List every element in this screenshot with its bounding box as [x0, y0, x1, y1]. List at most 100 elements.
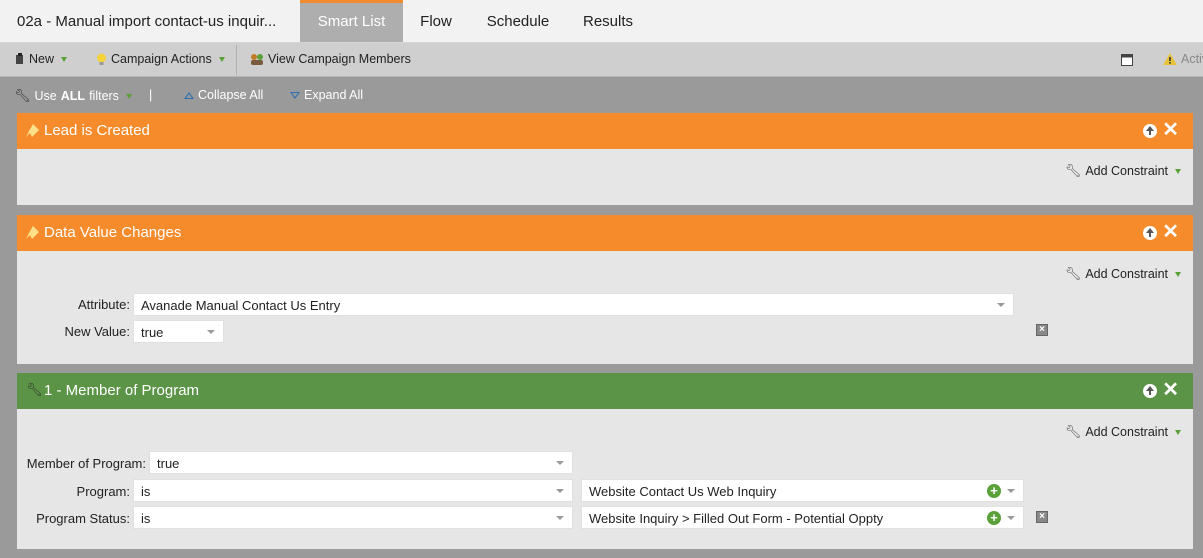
filter-title: Lead is Created	[44, 122, 150, 139]
window-icon[interactable]	[1121, 54, 1133, 66]
filterbar-divider: |	[149, 88, 153, 102]
chevron-down-icon	[997, 303, 1005, 307]
chevron-down-icon	[556, 461, 564, 465]
new-value-value: true	[141, 325, 164, 340]
filter-title: Data Value Changes	[44, 224, 182, 241]
chevron-down-icon	[1007, 489, 1015, 493]
filter-header: Lead is Created ✕	[17, 113, 1193, 149]
new-value-select[interactable]: true	[133, 320, 224, 343]
new-label: New	[29, 52, 55, 66]
use-label-prefix: Use	[34, 89, 57, 103]
program-status-label: Program Status:	[36, 511, 130, 526]
new-menu[interactable]: New	[15, 52, 68, 66]
filter-header: Data Value Changes ✕	[17, 215, 1193, 251]
tab-bar: 02a - Manual import contact-us inquir...…	[0, 0, 1203, 43]
close-icon[interactable]: ✕	[1162, 379, 1179, 401]
warning-icon	[1163, 53, 1177, 65]
expand-all-button[interactable]: Expand All	[290, 88, 363, 102]
chevron-down-icon	[1175, 168, 1181, 174]
tab-results[interactable]: Results	[572, 0, 644, 42]
add-constraint-button[interactable]: 🔧︎ Add Constraint	[1065, 424, 1181, 440]
filter-header: 🔧︎ 1 - Member of Program ✕	[17, 373, 1193, 409]
chevron-down-icon	[207, 330, 215, 334]
wrench-icon: 🔧︎	[1064, 163, 1082, 178]
delete-constraint-icon[interactable]: ×	[1036, 324, 1048, 336]
add-constraint-label: Add Constraint	[1085, 425, 1168, 439]
campaign-actions-menu[interactable]: Campaign Actions	[96, 52, 225, 66]
collapse-all-label: Collapse All	[198, 88, 264, 102]
delete-constraint-icon[interactable]: ×	[1036, 511, 1048, 523]
program-value-select[interactable]: Website Contact Us Web Inquiry +	[581, 479, 1024, 502]
move-up-icon[interactable]	[1143, 384, 1157, 398]
trigger-icon	[26, 124, 39, 137]
tab-smart-list[interactable]: Smart List	[300, 0, 403, 42]
toolbar: New Campaign Actions View Campaign Membe…	[0, 43, 1203, 77]
program-status-value-select[interactable]: Website Inquiry > Filled Out Form - Pote…	[581, 506, 1024, 529]
view-campaign-members-label: View Campaign Members	[268, 52, 411, 66]
wrench-icon: 🔧︎	[14, 88, 31, 103]
expand-all-label: Expand All	[304, 88, 364, 102]
member-of-program-value: true	[157, 456, 180, 471]
move-up-icon[interactable]	[1143, 124, 1157, 138]
program-operator-value: is	[141, 484, 151, 499]
new-value-label: New Value:	[64, 324, 130, 339]
view-campaign-members-button[interactable]: View Campaign Members	[250, 52, 411, 66]
activate-button[interactable]: Activ	[1163, 52, 1203, 66]
chevron-down-icon	[218, 56, 225, 62]
use-all-filters-menu[interactable]: 🔧︎ Use ALL filters	[14, 88, 132, 104]
chevron-down-icon	[1175, 429, 1181, 435]
program-status-operator-value: is	[141, 511, 151, 526]
toolbar-divider	[236, 45, 237, 75]
attribute-value: Avanade Manual Contact Us Entry	[141, 298, 341, 313]
program-status-operator-select[interactable]: is	[133, 506, 573, 529]
wrench-icon: 🔧︎	[1064, 424, 1082, 439]
trigger-icon	[26, 226, 39, 239]
chevron-down-icon	[556, 516, 564, 520]
chevron-down-icon	[61, 56, 68, 62]
add-icon[interactable]: +	[987, 484, 1001, 498]
move-up-icon[interactable]	[1143, 226, 1157, 240]
new-icon	[16, 53, 23, 64]
wrench-icon: 🔧︎	[26, 382, 43, 397]
tab-flow[interactable]: Flow	[405, 0, 467, 42]
member-of-program-label: Member of Program:	[26, 456, 146, 471]
chevron-down-icon	[125, 93, 132, 99]
filter-bar: 🔧︎ Use ALL filters | Collapse All Expand…	[0, 78, 1203, 112]
use-label-suffix: filters	[89, 89, 119, 103]
program-title: 02a - Manual import contact-us inquir...	[17, 13, 277, 30]
close-icon[interactable]: ✕	[1162, 119, 1179, 141]
chevron-down-icon	[1007, 516, 1015, 520]
close-icon[interactable]: ✕	[1162, 221, 1179, 243]
attribute-select[interactable]: Avanade Manual Contact Us Entry	[133, 293, 1014, 316]
collapse-all-button[interactable]: Collapse All	[184, 88, 263, 102]
add-constraint-button[interactable]: 🔧︎ Add Constraint	[1065, 266, 1181, 282]
add-constraint-label: Add Constraint	[1085, 267, 1168, 281]
chevron-down-icon	[556, 489, 564, 493]
program-status-value: Website Inquiry > Filled Out Form - Pote…	[589, 511, 884, 526]
add-constraint-label: Add Constraint	[1085, 164, 1168, 178]
people-icon	[251, 53, 263, 65]
filter-body: 🔧︎ Add Constraint	[17, 149, 1193, 205]
activate-label: Activ	[1181, 52, 1203, 66]
lightbulb-icon	[97, 53, 106, 65]
member-of-program-select[interactable]: true	[149, 451, 573, 474]
chevron-down-icon	[1175, 271, 1181, 277]
filter-card-lead-is-created: Lead is Created ✕ 🔧︎ Add Constraint	[17, 113, 1193, 205]
campaign-actions-label: Campaign Actions	[111, 52, 212, 66]
filter-title: 1 - Member of Program	[44, 382, 200, 399]
add-constraint-button[interactable]: 🔧︎ Add Constraint	[1065, 163, 1181, 179]
program-label: Program:	[76, 484, 130, 499]
collapse-icon	[184, 91, 194, 99]
use-label-bold: ALL	[60, 89, 86, 103]
expand-icon	[290, 91, 300, 99]
filter-card-member-of-program: 🔧︎ 1 - Member of Program ✕ 🔧︎ Add Constr…	[17, 373, 1193, 549]
attribute-label: Attribute:	[77, 297, 130, 312]
wrench-icon: 🔧︎	[1064, 266, 1082, 281]
add-icon[interactable]: +	[987, 511, 1001, 525]
filter-card-data-value-changes: Data Value Changes ✕ 🔧︎ Add Constraint A…	[17, 215, 1193, 364]
program-value: Website Contact Us Web Inquiry	[589, 484, 777, 499]
tab-schedule[interactable]: Schedule	[478, 0, 558, 42]
program-operator-select[interactable]: is	[133, 479, 573, 502]
filter-body: 🔧︎ Add Constraint Attribute: Avanade Man…	[17, 251, 1193, 364]
filter-body: 🔧︎ Add Constraint Member of Program: tru…	[17, 409, 1193, 549]
